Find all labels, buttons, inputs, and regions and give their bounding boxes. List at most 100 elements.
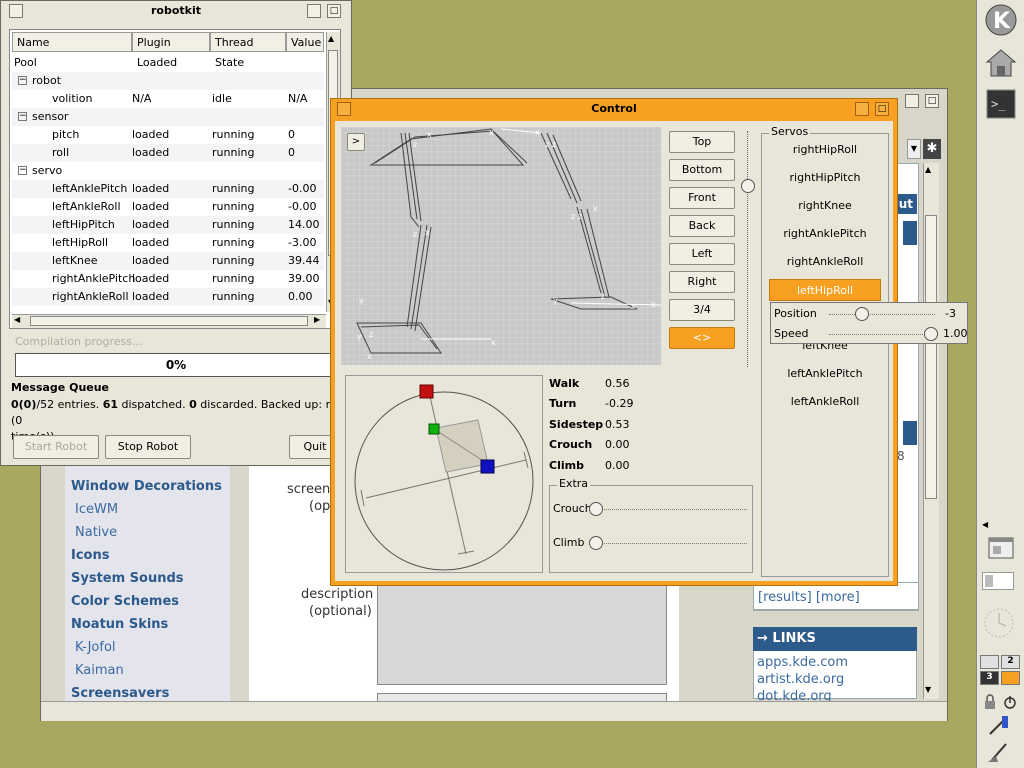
expand-collapse-icon[interactable]: − bbox=[18, 166, 27, 175]
servo-left-hip-roll[interactable]: leftHipRoll bbox=[769, 279, 881, 301]
tree-row[interactable]: rightAnklePitch loaded running 39.00 bbox=[12, 270, 324, 288]
nav-native[interactable]: Native bbox=[75, 525, 117, 540]
tree-row[interactable]: roll loaded running 0 bbox=[12, 144, 324, 162]
view-top-button[interactable]: Top bbox=[669, 131, 735, 153]
view-back-button[interactable]: Back bbox=[669, 215, 735, 237]
servo-left-ankle-pitch[interactable]: leftAnklePitch bbox=[769, 363, 881, 385]
view-front-button[interactable]: Front bbox=[669, 187, 735, 209]
col-value-header[interactable]: Value bbox=[286, 32, 324, 52]
link-dot[interactable]: dot.kde.org bbox=[757, 689, 832, 701]
scroll-down-icon[interactable]: ▼ bbox=[925, 685, 931, 694]
extra-crouch-knob[interactable] bbox=[589, 502, 603, 516]
tree-row[interactable]: Pool bbox=[12, 54, 324, 72]
expand-collapse-icon[interactable]: − bbox=[18, 112, 27, 121]
view-rotate-button[interactable]: <> bbox=[669, 327, 735, 349]
tree-row[interactable]: leftAnkleRoll loaded running -0.00 bbox=[12, 198, 324, 216]
tree-scroll-up-icon[interactable]: ▲ bbox=[328, 34, 334, 43]
servo-right-hip-pitch[interactable]: rightHipPitch bbox=[769, 167, 881, 189]
sweep-icon[interactable] bbox=[986, 740, 1014, 764]
nav-k-jofol[interactable]: K-Jofol bbox=[75, 640, 116, 655]
pager-desktop-4[interactable]: 4 bbox=[1001, 671, 1020, 685]
browser-textarea[interactable] bbox=[377, 579, 667, 685]
nav-window-decorations[interactable]: Window Decorations bbox=[71, 479, 222, 494]
tree-scroll-left-icon[interactable]: ◀ bbox=[14, 315, 20, 324]
home-icon[interactable] bbox=[983, 44, 1019, 80]
nav-color-schemes[interactable]: Color Schemes bbox=[71, 594, 179, 609]
terminal-icon[interactable]: >_ bbox=[983, 86, 1019, 122]
control-titlebar[interactable]: Control bbox=[331, 99, 897, 119]
lock-icon[interactable] bbox=[982, 694, 998, 710]
popup-position-knob[interactable] bbox=[855, 307, 869, 321]
tree-row[interactable]: − robot bbox=[12, 72, 324, 90]
tree-row[interactable]: pitch loaded running 0 bbox=[12, 126, 324, 144]
control-minimize-button[interactable] bbox=[855, 102, 869, 116]
robotkit-tree[interactable]: Name Plugin Loaded Thread State Value Po… bbox=[9, 29, 341, 329]
robotkit-titlebar[interactable]: robotkit bbox=[1, 1, 351, 21]
view-left-button[interactable]: Left bbox=[669, 243, 735, 265]
servo-right-knee[interactable]: rightKnee bbox=[769, 195, 881, 217]
servo-left-ankle-roll[interactable]: leftAnkleRoll bbox=[769, 391, 881, 413]
robotkit-maximize-button[interactable]: □ bbox=[327, 4, 341, 18]
tree-row[interactable]: − sensor bbox=[12, 108, 324, 126]
servo-right-ankle-pitch[interactable]: rightAnklePitch bbox=[769, 223, 881, 245]
servo-right-ankle-roll[interactable]: rightAnkleRoll bbox=[769, 251, 881, 273]
tree-row[interactable]: − servo bbox=[12, 162, 324, 180]
pager-desktop-3[interactable]: 3 bbox=[980, 671, 999, 685]
browser-scroll-thumb[interactable] bbox=[925, 215, 937, 499]
viewport-toggle-button[interactable]: > bbox=[347, 133, 365, 151]
nav-system-sounds[interactable]: System Sounds bbox=[71, 571, 184, 586]
results-link[interactable]: [results] [more] bbox=[758, 590, 860, 605]
pager-desktop-2[interactable]: 2 bbox=[1001, 655, 1020, 669]
browser-maximize-button[interactable]: □ bbox=[925, 94, 939, 108]
nav-kaiman[interactable]: Kaiman bbox=[75, 663, 124, 678]
nav-icewm[interactable]: IceWM bbox=[75, 502, 118, 517]
nav-icons[interactable]: Icons bbox=[71, 548, 109, 563]
window-list-icon[interactable] bbox=[983, 530, 1019, 566]
nav-noatun-skins[interactable]: Noatun Skins bbox=[71, 617, 168, 632]
popup-position-slider[interactable] bbox=[829, 314, 935, 315]
popup-speed-slider[interactable] bbox=[829, 334, 935, 335]
col-thread-header[interactable]: Thread State bbox=[210, 32, 286, 69]
tree-row[interactable]: leftAnklePitch loaded running -0.00 bbox=[12, 180, 324, 198]
klipper-icon[interactable] bbox=[986, 714, 1014, 738]
extra-crouch-slider[interactable] bbox=[597, 509, 747, 510]
control-maximize-button[interactable]: □ bbox=[875, 102, 889, 116]
tree-row[interactable]: leftHipRoll loaded running -3.00 bbox=[12, 234, 324, 252]
browser-combo-arrow[interactable]: ▼ bbox=[907, 139, 921, 159]
extra-climb-slider[interactable] bbox=[597, 543, 747, 544]
popup-speed-knob[interactable] bbox=[924, 327, 938, 341]
logout-icon[interactable] bbox=[1002, 694, 1018, 710]
pager-desktop-1[interactable]: 1 bbox=[980, 655, 999, 669]
scroll-up-icon[interactable]: ▲ bbox=[925, 165, 931, 174]
robot-3d-viewport[interactable]: xxx zz z xz xz z yyz xx yz xx > bbox=[341, 127, 661, 365]
zoom-slider-knob[interactable] bbox=[741, 179, 755, 193]
control-menu-button[interactable] bbox=[337, 102, 351, 116]
tree-row[interactable]: leftHipPitch loaded running 14.00 bbox=[12, 216, 324, 234]
gear-icon[interactable]: ✱ bbox=[923, 139, 941, 159]
stop-robot-button[interactable]: Stop Robot bbox=[105, 435, 191, 459]
tree-row[interactable]: volition N/A idle N/A bbox=[12, 90, 324, 108]
browser-minimize-button[interactable] bbox=[905, 94, 919, 108]
link-apps[interactable]: apps.kde.com bbox=[757, 655, 848, 670]
extra-climb-knob[interactable] bbox=[589, 536, 603, 550]
col-name-header[interactable]: Name bbox=[12, 32, 132, 52]
joystick-panel[interactable] bbox=[345, 375, 543, 573]
k-menu-icon[interactable]: K bbox=[983, 2, 1019, 38]
expand-collapse-icon[interactable]: − bbox=[18, 76, 27, 85]
servo-right-hip-roll[interactable]: rightHipRoll bbox=[769, 139, 881, 161]
tree-hscroll-thumb[interactable] bbox=[30, 316, 308, 326]
view-right-button[interactable]: Right bbox=[669, 271, 735, 293]
start-robot-button[interactable]: Start Robot bbox=[13, 435, 99, 459]
tree-row[interactable]: rightAnkleRoll loaded running 0.00 bbox=[12, 288, 324, 306]
robotkit-minimize-button[interactable] bbox=[307, 4, 321, 18]
col-plugin-header[interactable]: Plugin Loaded bbox=[132, 32, 210, 69]
panel-collapse-arrow-icon[interactable]: ◀ bbox=[982, 520, 988, 529]
tree-scroll-right-icon[interactable]: ▶ bbox=[314, 315, 320, 324]
view-bottom-button[interactable]: Bottom bbox=[669, 159, 735, 181]
tree-row[interactable]: leftKnee loaded running 39.44 bbox=[12, 252, 324, 270]
view-three-quarter-button[interactable]: 3/4 bbox=[669, 299, 735, 321]
zoom-slider[interactable] bbox=[747, 131, 749, 367]
robotkit-menu-button[interactable] bbox=[9, 4, 23, 18]
nav-screensavers[interactable]: Screensavers bbox=[71, 686, 169, 701]
link-artist[interactable]: artist.kde.org bbox=[757, 672, 844, 687]
